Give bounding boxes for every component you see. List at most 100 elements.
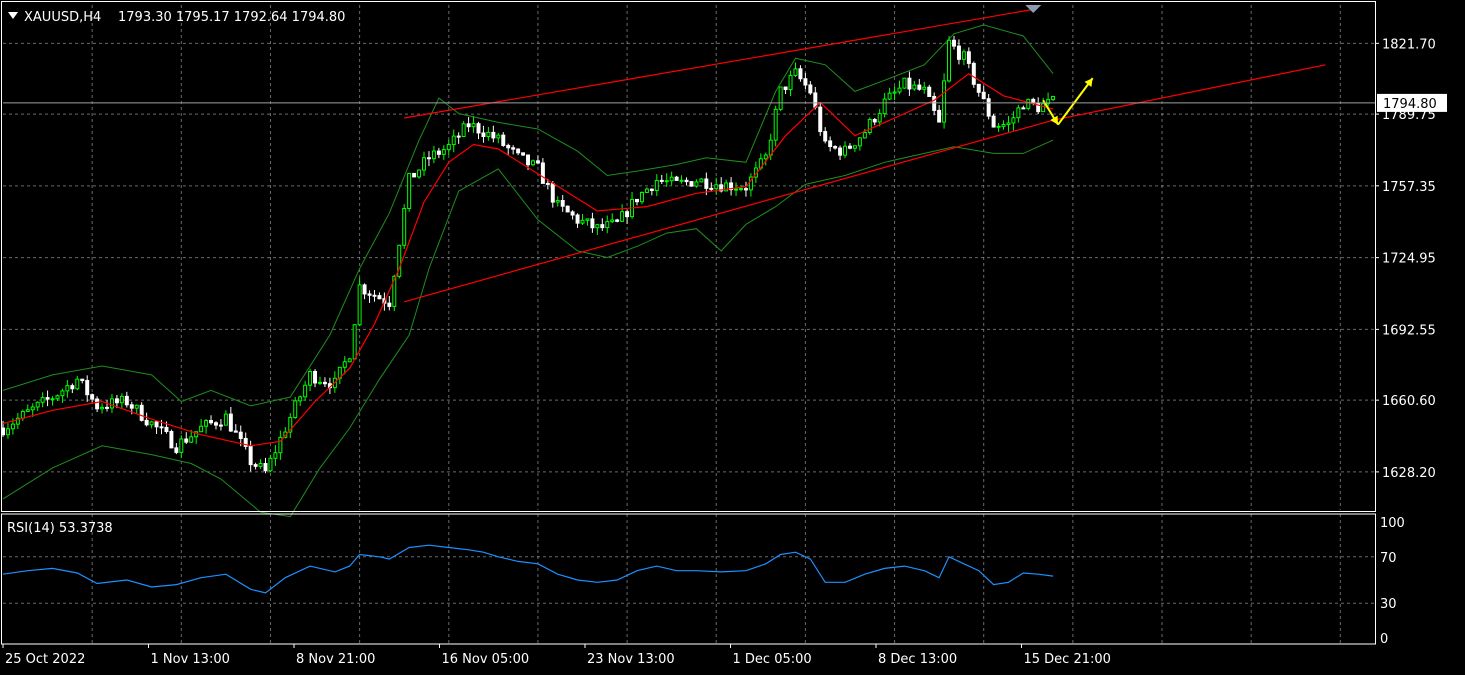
annotation-arrow[interactable] — [1057, 77, 1094, 126]
current-price-label: 1794.80 — [1383, 97, 1437, 112]
candle-body — [268, 457, 273, 472]
candle-body — [298, 396, 303, 402]
candle-body — [456, 135, 461, 138]
y-tick-label: 1724.95 — [1382, 252, 1436, 267]
candle-body — [709, 187, 714, 190]
arrow-head — [1084, 78, 1093, 88]
candle-body — [1051, 95, 1056, 101]
candle-body — [674, 176, 679, 181]
rsi-line — [2, 544, 1054, 594]
candle-body — [986, 98, 991, 117]
candle-body — [218, 424, 223, 427]
candle-body — [808, 84, 813, 94]
x-tick-label: 16 Nov 05:00 — [442, 652, 530, 667]
candle-body — [124, 395, 129, 406]
candle-body — [788, 74, 793, 91]
candle-body — [263, 463, 268, 472]
candles — [1, 35, 1056, 474]
candle-body — [942, 80, 947, 123]
candle-body — [907, 77, 912, 90]
candle-body — [164, 426, 169, 432]
y-tick-label: 1628.20 — [1382, 466, 1436, 481]
candle-body — [179, 438, 184, 453]
candle-body — [1026, 98, 1031, 109]
candle-body — [877, 113, 882, 123]
triangle-down-icon[interactable] — [8, 12, 18, 19]
candle-body — [85, 380, 90, 396]
candle-body — [570, 211, 575, 216]
main-panel-frame — [1, 1, 1376, 512]
candle-body — [991, 115, 996, 128]
rsi-panel — [2, 544, 1054, 594]
candle-body — [714, 184, 719, 190]
candle-body — [610, 219, 615, 223]
candle-body — [575, 214, 580, 224]
candle-body — [813, 92, 818, 108]
candle-body — [184, 438, 189, 443]
candle-body — [927, 86, 932, 97]
candle-body — [1021, 107, 1026, 110]
bollinger-lower-band — [2, 139, 1054, 518]
candle-body — [65, 385, 70, 392]
x-tick-label: 8 Nov 21:00 — [296, 652, 375, 667]
shift-marker-icon — [1025, 5, 1042, 13]
candle-body — [694, 181, 699, 187]
candle-body — [417, 169, 422, 178]
candle-body — [213, 422, 218, 426]
x-tick-label: 25 Oct 2022 — [5, 652, 85, 667]
candle-body — [669, 176, 674, 182]
candle-body — [550, 183, 555, 203]
candle-body — [1011, 117, 1016, 124]
y-tick-label: 1692.55 — [1382, 323, 1436, 338]
y-tick-label: 1821.70 — [1382, 37, 1436, 52]
candle-body — [322, 381, 327, 385]
candle-body — [144, 419, 149, 426]
candle-body — [932, 95, 937, 111]
candle-body — [377, 295, 382, 300]
candle-body — [422, 157, 426, 171]
candle-body — [139, 404, 144, 421]
rsi-panel-frame — [1, 513, 1376, 645]
chart-canvas[interactable]: 1821.701789.751757.351724.951692.551660.… — [0, 0, 1465, 671]
candle-body — [372, 294, 377, 297]
candle-body — [902, 77, 907, 89]
candle-body — [223, 413, 228, 426]
candle-body — [402, 207, 407, 246]
moving-average-line — [2, 72, 1054, 447]
bollinger-bands — [2, 24, 1054, 518]
channel-upper-line[interactable] — [404, 8, 1034, 119]
candle-body — [704, 178, 709, 189]
candle-body — [521, 152, 526, 156]
candle-body — [471, 123, 476, 128]
candle-body — [644, 188, 649, 193]
candle-body — [109, 398, 114, 409]
candle-body — [60, 390, 65, 397]
candle-body — [996, 125, 1001, 128]
candle-body — [352, 324, 357, 360]
candle-body — [466, 123, 471, 128]
trading-chart[interactable]: 1821.70 1789.75 1757.35 1724.95 1692.55 1660.… — [0, 0, 1465, 671]
candle-body — [882, 98, 887, 115]
candle-body — [679, 179, 684, 182]
candle-body — [55, 395, 60, 400]
candle-body — [90, 394, 95, 400]
candle-body — [689, 181, 694, 187]
candle-body — [981, 91, 986, 100]
candle-body — [783, 86, 788, 91]
candle-body — [922, 86, 927, 90]
candle-body — [560, 200, 565, 207]
candle-body — [238, 431, 243, 439]
candle-body — [486, 131, 491, 138]
candle-body — [659, 179, 664, 182]
candle-body — [169, 430, 174, 449]
candle-body — [843, 145, 848, 156]
rsi-label: RSI(14) 53.3738 — [7, 521, 113, 536]
candle-body — [436, 150, 441, 155]
x-tick-label: 15 Dec 21:00 — [1024, 652, 1111, 667]
candle-body — [912, 84, 917, 90]
candle-body — [30, 406, 35, 411]
candle-body — [367, 293, 372, 296]
candle-body — [10, 423, 15, 430]
candle-body — [318, 381, 322, 384]
candle-body — [793, 68, 798, 76]
